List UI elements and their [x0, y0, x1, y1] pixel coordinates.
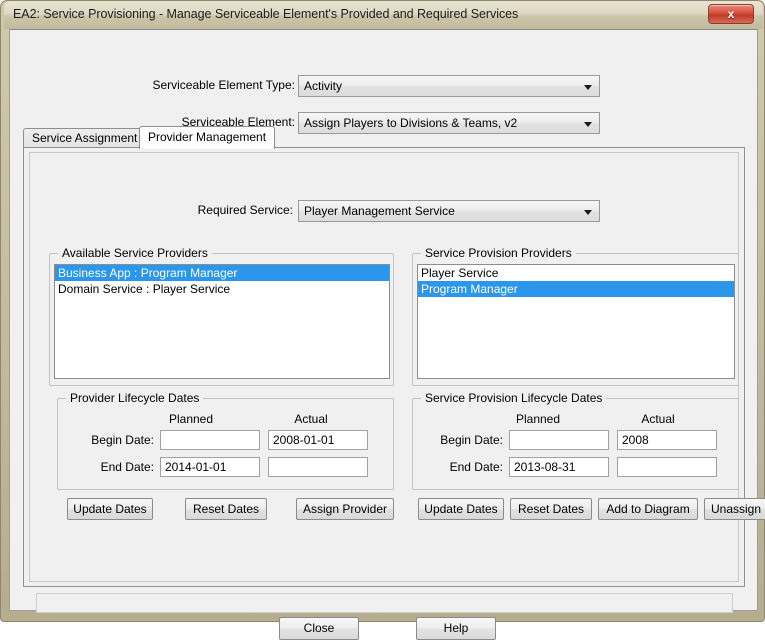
- service-provision-providers-group: Service Provision Providers Player Servi…: [412, 246, 739, 386]
- begin-date-label: Begin Date:: [91, 433, 154, 447]
- end-date-planned-input[interactable]: 2014-01-01: [160, 457, 260, 477]
- end-date-planned-input[interactable]: 2013-08-31: [509, 457, 609, 477]
- end-date-actual-input[interactable]: [617, 457, 717, 477]
- service-provision-lifecycle-dates-group: Service Provision Lifecycle Dates Planne…: [412, 391, 739, 490]
- required-service-row: Required Service:: [30, 200, 293, 222]
- list-item[interactable]: Player Service: [418, 265, 734, 281]
- serviceable-element-type-combobox[interactable]: Activity: [298, 75, 600, 97]
- end-date-label: End Date:: [100, 460, 154, 474]
- chevron-down-icon: [584, 210, 592, 215]
- window-frame-inner: EA2: Service Provisioning - Manage Servi…: [4, 1, 765, 640]
- begin-date-planned-input[interactable]: [509, 430, 609, 450]
- begin-date-actual-input[interactable]: 2008-01-01: [268, 430, 368, 450]
- available-service-providers-listbox[interactable]: Business App : Program Manager Domain Se…: [54, 264, 390, 379]
- update-dates-button-left[interactable]: Update Dates: [67, 498, 153, 520]
- chevron-down-icon: [584, 85, 592, 90]
- client-area: Serviceable Element Type: Activity Servi…: [9, 29, 765, 640]
- end-date-label: End Date:: [449, 460, 503, 474]
- close-window-button[interactable]: x: [708, 4, 754, 24]
- window-title: EA2: Service Provisioning - Manage Servi…: [13, 7, 519, 21]
- assign-provider-button[interactable]: Assign Provider: [296, 498, 394, 520]
- end-date-actual-input[interactable]: [268, 457, 368, 477]
- provider-lifecycle-dates-group: Provider Lifecycle Dates Planned Actual …: [57, 391, 394, 490]
- required-service-label: Required Service:: [197, 203, 293, 217]
- add-to-diagram-button[interactable]: Add to Diagram: [598, 498, 698, 520]
- application-window: EA2: Service Provisioning - Manage Servi…: [0, 0, 765, 640]
- actual-column-header: Actual: [294, 412, 328, 426]
- panel-inner: Required Service: Player Management Serv…: [29, 152, 765, 582]
- reset-dates-button-left[interactable]: Reset Dates: [185, 498, 267, 520]
- available-service-providers-title: Available Service Providers: [58, 246, 212, 260]
- actual-column-header: Actual: [641, 412, 675, 426]
- update-dates-button-right[interactable]: Update Dates: [418, 498, 504, 520]
- provider-management-panel: Required Service: Player Management Serv…: [23, 147, 765, 587]
- tab-provider-management[interactable]: Provider Management: [139, 126, 276, 149]
- list-item[interactable]: Program Manager: [418, 281, 734, 297]
- list-item[interactable]: Business App : Program Manager: [55, 265, 389, 281]
- title-bar: EA2: Service Provisioning - Manage Servi…: [4, 1, 763, 29]
- planned-column-header: Planned: [168, 412, 214, 426]
- serviceable-element-type-value: Activity: [304, 79, 343, 93]
- provider-lifecycle-dates-title: Provider Lifecycle Dates: [66, 391, 204, 405]
- begin-date-actual-input[interactable]: 2008: [617, 430, 717, 450]
- tab-service-assignment[interactable]: Service Assignment: [23, 128, 147, 148]
- reset-dates-button-right[interactable]: Reset Dates: [510, 498, 592, 520]
- tab-strip: Service Assignment Provider Management: [23, 126, 745, 149]
- planned-column-header: Planned: [515, 412, 561, 426]
- begin-date-planned-input[interactable]: [160, 430, 260, 450]
- close-button[interactable]: Close: [279, 617, 359, 640]
- required-service-value: Player Management Service: [304, 204, 455, 218]
- service-provision-providers-listbox[interactable]: Player Service Program Manager: [417, 264, 735, 379]
- required-service-combobox[interactable]: Player Management Service: [298, 200, 600, 222]
- serviceable-element-type-label: Serviceable Element Type:: [152, 78, 295, 92]
- service-provision-providers-title: Service Provision Providers: [421, 246, 576, 260]
- service-provision-lifecycle-dates-title: Service Provision Lifecycle Dates: [421, 391, 607, 405]
- available-service-providers-group: Available Service Providers Business App…: [49, 246, 394, 386]
- status-bar: [36, 593, 733, 613]
- unassign-button[interactable]: Unassign: [704, 498, 765, 520]
- help-button[interactable]: Help: [416, 617, 496, 640]
- list-item[interactable]: Domain Service : Player Service: [55, 281, 389, 297]
- begin-date-label: Begin Date:: [440, 433, 503, 447]
- serviceable-element-type-row: Serviceable Element Type:: [10, 75, 295, 97]
